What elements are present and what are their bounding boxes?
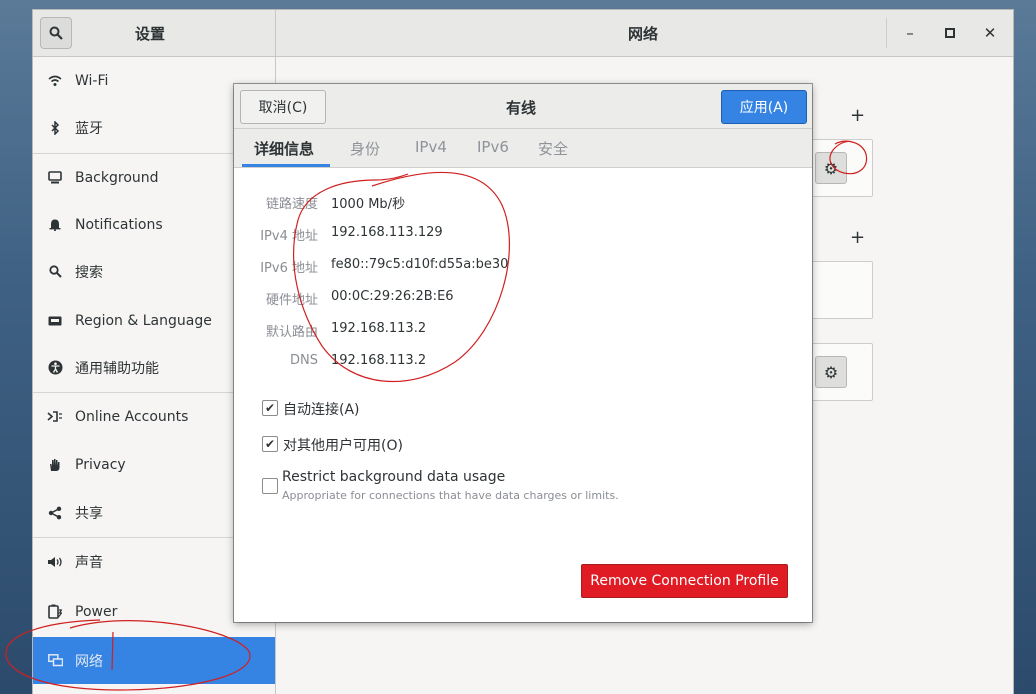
ipv4-address-value: 192.168.113.129 <box>331 225 443 240</box>
wired-dialog: 取消(C) 有线 应用(A) 详细信息 身份 IPv4 IPv6 安全 链路速度… <box>234 84 812 622</box>
maximize-icon <box>945 28 955 38</box>
tab-identity[interactable]: 身份 <box>350 138 380 159</box>
maximize-button[interactable] <box>939 22 961 44</box>
sidebar-item-label: Region & Language <box>75 312 212 329</box>
close-icon: ✕ <box>983 24 997 42</box>
close-button[interactable]: ✕ <box>979 22 1001 44</box>
all-users-checkbox[interactable]: ✔ <box>262 436 278 452</box>
bell-icon <box>47 217 63 233</box>
sidebar-item-label: Privacy <box>75 456 126 473</box>
check-icon: ✔ <box>264 401 276 415</box>
dns-value: 192.168.113.2 <box>331 353 427 368</box>
plus-icon: + <box>850 105 866 126</box>
sidebar-header: 设置 <box>33 10 276 56</box>
tab-security[interactable]: 安全 <box>538 138 568 159</box>
sidebar-item-label: 声音 <box>75 554 103 571</box>
dns-label: DNS <box>290 353 318 368</box>
search-icon <box>47 264 63 280</box>
network-icon <box>47 653 63 669</box>
link-speed-value: 1000 Mb/秒 <box>331 197 406 212</box>
tab-ipv4[interactable]: IPv4 <box>415 138 447 156</box>
auto-connect-label: 自动连接(A) <box>283 402 360 418</box>
gear-icon: ⚙ <box>823 158 839 178</box>
sidebar-item-label: Notifications <box>75 216 163 233</box>
check-icon: ✔ <box>264 437 276 451</box>
sidebar-item-label: 蓝牙 <box>75 120 103 137</box>
search-button[interactable] <box>40 17 72 49</box>
sidebar-item-label: Background <box>75 169 159 186</box>
sidebar-item-network[interactable]: 网络 <box>33 637 275 684</box>
page-title: 网络 <box>628 25 659 43</box>
share-icon <box>47 505 63 521</box>
hardware-address-label: 硬件地址 <box>265 293 318 308</box>
online-accounts-icon <box>47 409 63 425</box>
speaker-icon <box>47 554 63 570</box>
tab-details[interactable]: 详细信息 <box>254 138 314 159</box>
sidebar-item-label: Online Accounts <box>75 408 189 425</box>
sidebar-item-label: 网络 <box>75 653 103 670</box>
restrict-data-description: Appropriate for connections that have da… <box>282 489 619 502</box>
minimize-button[interactable]: – <box>899 22 921 44</box>
restrict-data-checkbox[interactable] <box>262 478 278 494</box>
settings-title: 设置 <box>135 25 166 43</box>
ipv6-address-value: fe80::79c5:d10f:d55a:be30 <box>331 257 509 272</box>
link-speed-label: 链路速度 <box>265 197 318 212</box>
dialog-title: 有线 <box>506 99 537 117</box>
remove-connection-button[interactable]: Remove Connection Profile <box>581 564 788 598</box>
proxy-settings-button[interactable]: ⚙ <box>815 356 847 388</box>
hand-icon <box>47 457 63 473</box>
minimize-icon: – <box>906 24 914 42</box>
cancel-button[interactable]: 取消(C) <box>240 90 326 124</box>
gear-icon: ⚙ <box>823 362 839 382</box>
keyboard-icon <box>47 313 63 329</box>
add-connection-button[interactable]: + <box>850 105 865 126</box>
header-bar: 设置 网络 – ✕ <box>33 10 1013 57</box>
search-icon <box>49 26 63 40</box>
auto-connect-checkbox[interactable]: ✔ <box>262 400 278 416</box>
dialog-tabs: 详细信息 身份 IPv4 IPv6 安全 <box>234 129 812 168</box>
default-route-label: 默认路由 <box>265 325 318 340</box>
wired-settings-button[interactable]: ⚙ <box>815 152 847 184</box>
wifi-icon <box>47 73 63 89</box>
restrict-data-label: Restrict background data usage <box>282 469 506 485</box>
sidebar-item-label: Wi-Fi <box>75 72 109 89</box>
dialog-header: 取消(C) 有线 应用(A) <box>234 84 812 129</box>
hardware-address-value: 00:0C:29:26:2B:E6 <box>331 289 454 304</box>
apply-button[interactable]: 应用(A) <box>721 90 807 124</box>
active-tab-indicator <box>242 164 330 167</box>
sidebar-item-label: 共享 <box>75 505 103 522</box>
ipv6-address-label: IPv6 地址 <box>260 261 318 276</box>
ipv4-address-label: IPv4 地址 <box>260 229 318 244</box>
sidebar-item-label: Power <box>75 603 118 620</box>
default-route-value: 192.168.113.2 <box>331 321 427 336</box>
sidebar-item-label: 通用辅助功能 <box>75 360 159 377</box>
add-vpn-button[interactable]: + <box>850 227 865 248</box>
tab-ipv6[interactable]: IPv6 <box>477 138 509 156</box>
power-icon <box>47 604 63 620</box>
bluetooth-icon <box>47 120 63 136</box>
plus-icon: + <box>850 227 866 248</box>
display-icon <box>47 170 63 186</box>
sidebar-item-label: 搜索 <box>75 264 103 281</box>
all-users-label: 对其他用户可用(O) <box>283 438 403 454</box>
header-divider <box>886 18 887 48</box>
accessibility-icon <box>47 360 63 376</box>
